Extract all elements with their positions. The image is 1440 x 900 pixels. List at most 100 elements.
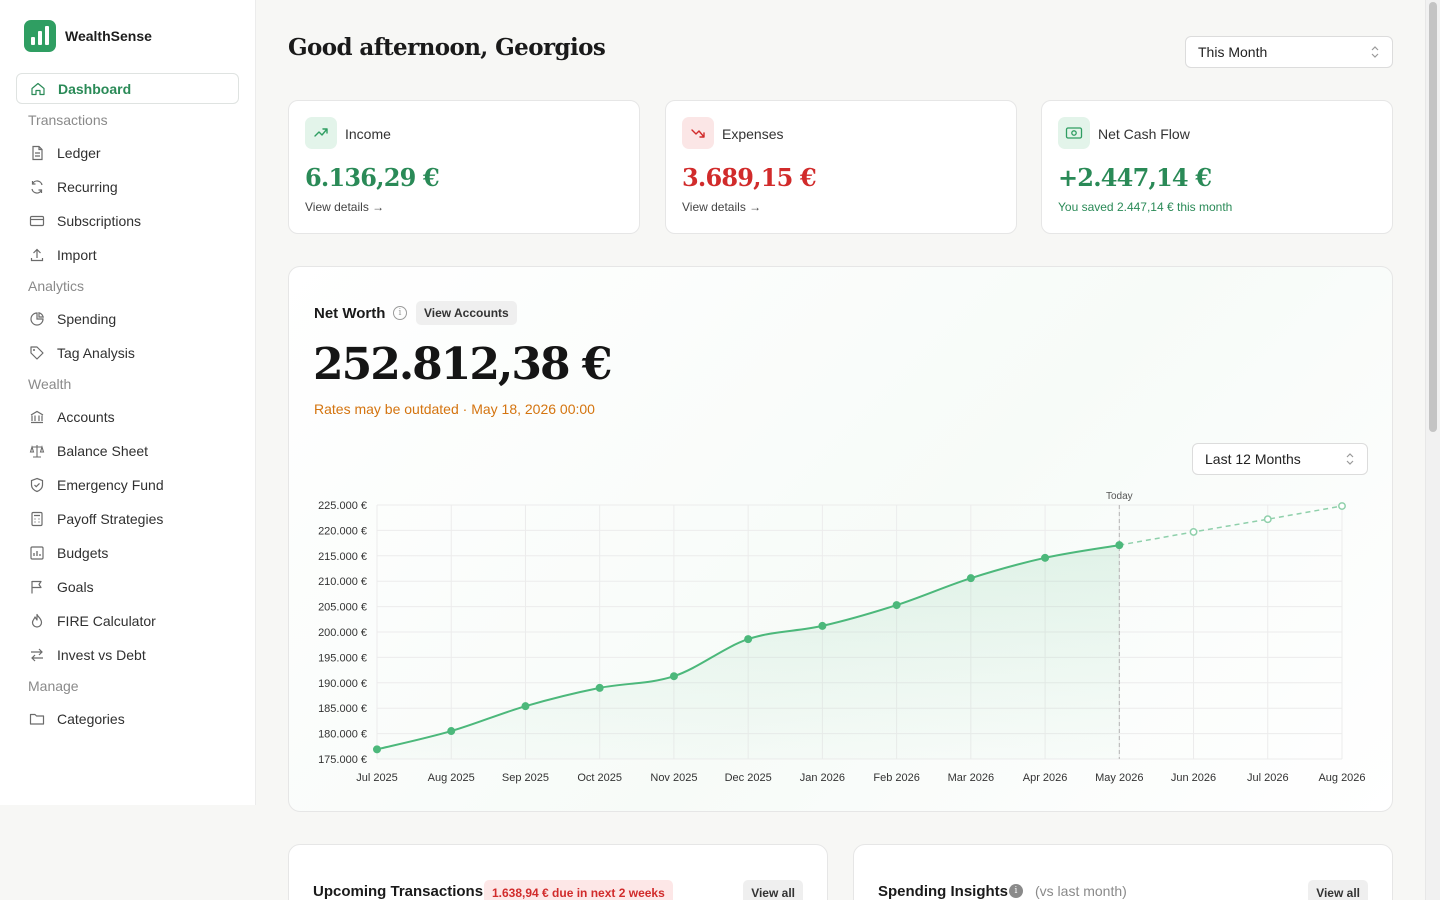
sidebar-item-payoff-strategies[interactable]: Payoff Strategies [16,503,239,534]
net-worth-chart[interactable]: 225.000 € 220.000 € 215.000 € 210.000 € 205.… [289,267,1393,812]
income-value: 6.136,29 € [305,163,440,192]
sidebar-item-label: FIRE Calculator [57,612,156,629]
nav-section-wealth: Wealth [28,376,72,392]
net-cash-flow-card: Net Cash Flow +2.447,14 € You saved 2.44… [1041,100,1393,234]
scale-icon [29,443,45,459]
sidebar-item-balance-sheet[interactable]: Balance Sheet [16,435,239,466]
arrow-right-icon: → [749,200,762,214]
due-soon-badge: 1.638,94 € due in next 2 weeks [484,880,673,900]
sidebar-item-emergency-fund[interactable]: Emergency Fund [16,469,239,500]
sidebar-item-invest-vs-debt[interactable]: Invest vs Debt [16,639,239,670]
expenses-card: Expenses 3.689,15 € View details → [665,100,1017,234]
income-view-details-label: View details [305,200,369,214]
pie-chart-icon [29,311,45,327]
y-tick-label: 225.000 € [318,500,367,512]
sidebar-item-subscriptions[interactable]: Subscriptions [16,205,239,236]
sidebar: WealthSense Dashboard Transactions Ledger R… [0,0,256,805]
x-tick-label: Apr 2026 [1023,772,1068,784]
projected-data-point [1189,527,1198,536]
page-scrollbar[interactable] [1425,0,1440,900]
page-greeting: Good afternoon, Georgios [288,34,606,61]
sidebar-item-budgets[interactable]: Budgets [16,537,239,568]
cash-icon [1058,117,1090,149]
sidebar-nav: Dashboard Transactions Ledger Recurring Subs… [16,73,239,737]
y-tick-label: 190.000 € [318,678,367,690]
sidebar-item-label: Dashboard [58,80,132,97]
data-point [373,745,381,754]
bank-icon [29,409,45,425]
sidebar-item-import[interactable]: Import [16,239,239,270]
refresh-icon [29,179,45,195]
sidebar-item-goals[interactable]: Goals [16,571,239,602]
nav-section-transactions: Transactions [28,112,108,128]
sidebar-item-label: Recurring [57,178,118,195]
data-point [818,621,827,630]
sidebar-item-dashboard[interactable]: Dashboard [16,73,239,104]
y-tick-label: 195.000 € [318,652,367,664]
budget-chart-icon [29,545,45,561]
y-tick-label: 200.000 € [318,627,367,639]
sidebar-item-label: Balance Sheet [57,442,149,459]
x-tick-label: Jul 2026 [1247,772,1289,784]
net-cash-flow-title: Net Cash Flow [1098,126,1190,142]
sidebar-item-label: Ledger [57,144,101,161]
expenses-view-details-link[interactable]: View details → [682,200,761,214]
sidebar-item-label: Emergency Fund [57,476,164,493]
spending-insights-title: Spending Insights [878,883,1008,900]
sidebar-item-fire-calculator[interactable]: FIRE Calculator [16,605,239,636]
scrollbar-thumb[interactable] [1429,2,1437,432]
brand[interactable]: WealthSense [24,20,152,52]
sidebar-item-recurring[interactable]: Recurring [16,171,239,202]
sidebar-item-label: Subscriptions [57,212,142,229]
y-tick-label: 185.000 € [318,703,367,715]
x-tick-label: Jan 2026 [800,772,845,784]
x-tick-label: Jul 2025 [356,772,398,784]
x-tick-label: Aug 2025 [428,772,475,784]
nav-section-analytics: Analytics [28,278,85,294]
income-view-details-link[interactable]: View details → [305,200,384,214]
logo-icon [24,20,56,52]
period-select[interactable]: This Month [1185,36,1393,68]
flame-icon [29,613,45,629]
sidebar-item-tag-analysis[interactable]: Tag Analysis [16,337,239,368]
y-tick-label: 205.000 € [318,602,367,614]
home-icon [30,81,46,97]
sidebar-item-ledger[interactable]: Ledger [16,137,239,168]
upload-icon [29,247,45,263]
expenses-title: Expenses [722,126,784,142]
x-tick-label: Nov 2025 [650,772,697,784]
income-title: Income [345,126,391,142]
sidebar-item-accounts[interactable]: Accounts [16,401,239,432]
insights-view-all-button[interactable]: View all [1308,880,1368,900]
sidebar-item-label: Categories [57,710,125,727]
y-tick-label: 220.000 € [318,525,367,537]
folder-icon [29,711,45,727]
y-tick-label: 210.000 € [318,576,367,588]
trending-up-icon [305,117,337,149]
flag-icon [29,579,45,595]
y-tick-label: 215.000 € [318,551,367,563]
spending-insights-card: Spending Insights i (vs last month) View… [853,844,1393,900]
data-point [447,727,456,736]
x-tick-label: Jun 2026 [1171,772,1216,784]
credit-card-icon [29,213,45,229]
brand-name: WealthSense [65,28,152,44]
sidebar-item-label: Payoff Strategies [57,510,164,527]
upcoming-view-all-button[interactable]: View all [743,880,803,900]
chevron-updown-icon [1370,45,1380,59]
document-icon [29,145,45,161]
trending-down-icon [682,117,714,149]
projected-data-point [1263,515,1272,524]
shield-icon [29,477,45,493]
data-point [892,601,901,610]
data-point [1041,553,1050,562]
x-tick-label: Oct 2025 [577,772,622,784]
sidebar-item-spending[interactable]: Spending [16,303,239,334]
arrow-right-icon: → [372,200,385,214]
info-icon[interactable]: i [1009,884,1023,898]
upcoming-transactions-card: Upcoming Transactions 1.638,94 € due in … [288,844,828,900]
data-point [595,683,604,692]
sidebar-item-label: Spending [57,310,117,327]
sidebar-item-categories[interactable]: Categories [16,703,239,734]
data-point [966,574,975,583]
